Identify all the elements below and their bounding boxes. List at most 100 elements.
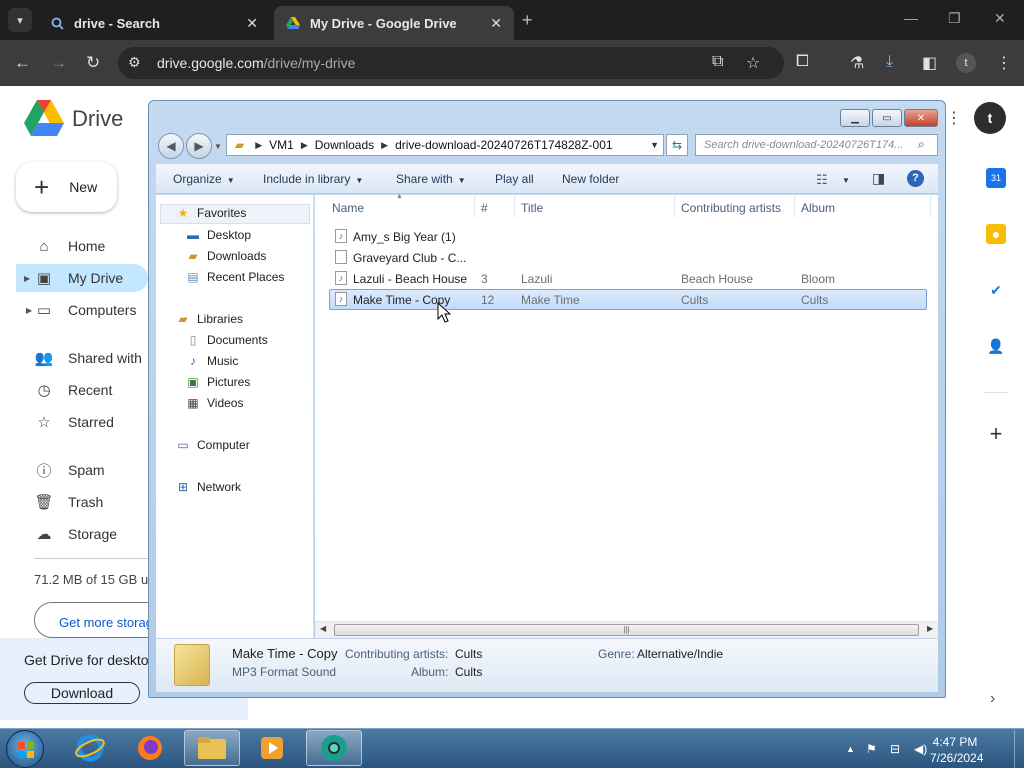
maximize-icon[interactable]: ▭ xyxy=(872,109,902,127)
contacts-icon[interactable]: 👤 xyxy=(986,336,1006,356)
file-row[interactable]: Graveyard Club - C... xyxy=(329,247,927,268)
media-player-taskbar-icon[interactable] xyxy=(244,730,300,766)
file-row[interactable]: ♪ Lazuli - Beach House 3 Lazuli Beach Ho… xyxy=(329,268,927,289)
column-header-number[interactable]: # xyxy=(481,201,488,215)
preview-pane-icon[interactable]: ◨ xyxy=(872,170,885,187)
bookmark-star-icon[interactable]: ☆ xyxy=(746,53,760,73)
nav-computer[interactable]: ▭ Computer xyxy=(175,438,249,452)
account-avatar[interactable]: t xyxy=(974,102,1006,134)
include-in-library-button[interactable]: Include in library ▼ xyxy=(263,172,363,186)
new-button[interactable]: + New xyxy=(16,162,117,212)
breadcrumb-separator-icon[interactable]: ▶ xyxy=(301,140,308,151)
details-genre-value[interactable]: Alternative/Indie xyxy=(637,647,723,661)
minimize-icon[interactable]: — xyxy=(904,10,918,26)
labs-icon[interactable]: ⚗ xyxy=(850,53,864,73)
organize-button[interactable]: Organize ▼ xyxy=(173,172,235,186)
extensions-icon[interactable]: ⧠ xyxy=(796,53,809,71)
apps-dots-icon[interactable]: ⋮ xyxy=(946,108,962,128)
forward-arrow-icon[interactable]: ▶ xyxy=(186,133,212,159)
column-header-album[interactable]: Album xyxy=(801,201,835,215)
scroll-left-icon[interactable]: ◀ xyxy=(320,624,326,633)
side-panel-icon[interactable]: ◧ xyxy=(922,53,937,73)
breadcrumb-separator-icon[interactable]: ▶ xyxy=(381,140,388,151)
download-button[interactable]: Download xyxy=(24,682,140,704)
forward-icon[interactable]: → xyxy=(50,53,67,73)
expand-arrow-icon[interactable]: ▶ xyxy=(24,274,30,283)
column-header-artists[interactable]: Contributing artists xyxy=(681,201,781,215)
show-hidden-icons-icon[interactable]: ▲ xyxy=(846,744,855,754)
close-icon[interactable]: ✕ xyxy=(904,109,938,127)
restore-icon[interactable]: ❐ xyxy=(948,10,961,27)
tasks-icon[interactable]: ✔ xyxy=(986,280,1006,300)
nav-storage[interactable]: ☁ Storage xyxy=(0,520,148,548)
nav-starred[interactable]: ☆ Starred xyxy=(0,408,148,436)
column-divider[interactable] xyxy=(930,196,931,218)
clock[interactable]: 4:47 PM 7/26/2024 xyxy=(930,734,983,766)
show-desktop-button[interactable] xyxy=(1014,730,1024,768)
chevron-right-icon[interactable]: › xyxy=(990,690,995,708)
column-header-title[interactable]: Title xyxy=(521,201,543,215)
nav-libraries[interactable]: ▰ Libraries xyxy=(175,312,243,326)
close-tab-icon[interactable]: ✕ xyxy=(490,15,502,32)
tab-drive-search[interactable]: drive - Search ✕ xyxy=(38,6,270,40)
details-album-value[interactable]: Cults xyxy=(455,665,482,679)
nav-downloads[interactable]: ▰ Downloads xyxy=(185,249,266,263)
explorer-taskbar-icon[interactable] xyxy=(184,730,240,766)
recent-pages-dropdown-icon[interactable]: ▼ xyxy=(214,142,222,151)
new-folder-button[interactable]: New folder xyxy=(562,172,619,186)
internet-explorer-taskbar-icon[interactable] xyxy=(62,730,118,766)
nav-documents[interactable]: ▯ Documents xyxy=(185,333,268,347)
firefox-taskbar-icon[interactable] xyxy=(122,730,178,766)
nav-home[interactable]: ⌂ Home xyxy=(0,232,148,260)
column-divider[interactable] xyxy=(674,196,675,218)
nav-desktop[interactable]: ▬ Desktop xyxy=(185,228,251,242)
file-row-selected[interactable]: ♪ Make Time - Copy 12 Make Time Cults Cu… xyxy=(329,289,927,310)
view-dropdown-icon[interactable]: ▼ xyxy=(842,176,850,185)
search-icon[interactable]: ⌕ xyxy=(918,137,925,152)
column-divider[interactable] xyxy=(514,196,515,218)
back-icon[interactable]: ← xyxy=(14,53,31,73)
back-arrow-icon[interactable]: ◀ xyxy=(158,133,184,159)
close-tab-icon[interactable]: ✕ xyxy=(246,15,258,32)
keep-icon[interactable]: ● xyxy=(986,224,1006,244)
nav-recent[interactable]: ◷ Recent xyxy=(0,376,148,404)
nav-shared[interactable]: 👥 Shared with me xyxy=(0,344,148,372)
reload-icon[interactable]: ↻ xyxy=(86,53,100,73)
close-window-icon[interactable]: ✕ xyxy=(994,10,1006,27)
breadcrumb-vm1[interactable]: VM1 xyxy=(269,138,294,152)
tab-search-button[interactable]: ▾ xyxy=(8,8,32,32)
scrollbar-thumb[interactable]: ||| xyxy=(334,624,919,636)
action-center-flag-icon[interactable]: ⚑ xyxy=(866,742,877,756)
minimize-icon[interactable]: ▁ xyxy=(840,109,870,127)
nav-computers[interactable]: ▶ ▭ Computers xyxy=(0,296,148,324)
menu-dots-icon[interactable]: ⋮ xyxy=(996,53,1012,73)
get-more-storage-button[interactable]: Get more storage xyxy=(34,602,164,638)
breadcrumb-downloads[interactable]: Downloads xyxy=(315,138,374,152)
nav-my-drive[interactable]: ▶ ▣ My Drive xyxy=(16,264,148,292)
column-divider[interactable] xyxy=(794,196,795,218)
nav-favorites[interactable]: ★ Favorites xyxy=(175,206,247,220)
address-breadcrumb[interactable]: ▰ ▶ VM1 ▶ Downloads ▶ drive-download-202… xyxy=(226,134,664,156)
volume-icon[interactable]: ◀) xyxy=(914,742,927,756)
refresh-icon[interactable]: ⇆ xyxy=(666,134,688,156)
column-header-name[interactable]: Name xyxy=(332,201,364,215)
cast-icon[interactable]: ⧉ xyxy=(712,53,723,71)
calendar-icon[interactable]: 31 xyxy=(986,168,1006,188)
view-options-icon[interactable]: ☷ xyxy=(816,172,828,188)
breadcrumb-separator-icon[interactable]: ▶ xyxy=(255,140,262,151)
play-all-button[interactable]: Play all xyxy=(495,172,534,186)
tab-my-drive[interactable]: My Drive - Google Drive ✕ xyxy=(274,6,514,40)
nav-recent-places[interactable]: ▤ Recent Places xyxy=(185,270,284,284)
chrome-taskbar-icon[interactable] xyxy=(306,730,362,766)
nav-pictures[interactable]: ▣ Pictures xyxy=(185,375,250,389)
download-icon[interactable]: ⤓ xyxy=(886,53,893,71)
nav-videos[interactable]: ▦ Videos xyxy=(185,396,243,410)
scroll-right-icon[interactable]: ▶ xyxy=(927,624,933,633)
address-dropdown-icon[interactable]: ▼ xyxy=(650,140,659,150)
new-tab-button[interactable]: + xyxy=(522,10,533,31)
column-divider[interactable] xyxy=(474,196,475,218)
nav-music[interactable]: ♪ Music xyxy=(185,354,238,368)
add-addon-icon[interactable]: + xyxy=(986,421,1006,446)
breadcrumb-current-folder[interactable]: drive-download-20240726T174828Z-001 xyxy=(395,138,613,152)
nav-trash[interactable]: 🗑 Trash xyxy=(0,488,148,516)
